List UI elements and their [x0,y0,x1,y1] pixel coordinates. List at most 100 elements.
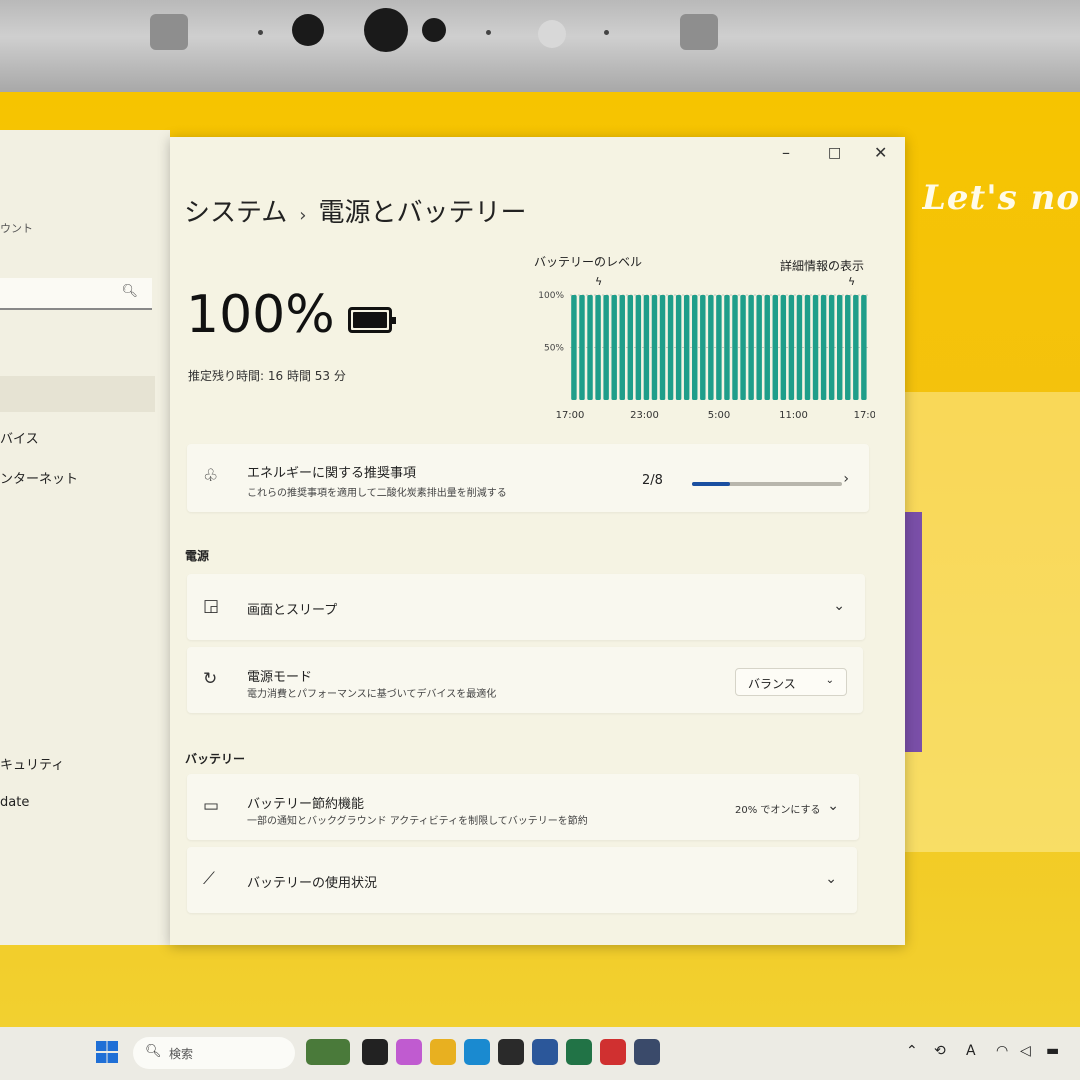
chevron-down-icon: ⌄ [825,871,837,887]
store-icon[interactable] [498,1039,524,1065]
chart-bar [667,295,674,400]
ambient-light-sensor [538,20,566,48]
chevron-down-icon: ⌄ [825,675,834,686]
energy-card-count: 2/8 [642,473,663,488]
battery-percentage: 100% [186,285,335,345]
chevron-down-icon: ⌄ [833,598,845,614]
sidebar-item-security[interactable]: キュリティ [0,754,64,773]
chart-bar [756,295,762,400]
settings-icon[interactable] [634,1039,660,1065]
charging-marker-icon: ϟ [848,275,855,288]
bezel-dot [258,30,263,35]
chart-bar [861,295,867,400]
details-link[interactable]: 詳細情報の表示 [780,257,864,274]
widgets-icon[interactable] [306,1039,350,1065]
breadcrumb-parent[interactable]: システム [184,198,287,228]
maximize-button[interactable]: □ [828,145,841,161]
chart-bar [675,295,682,400]
chart-bar [812,295,819,400]
battery-icon [348,307,396,333]
edge-icon[interactable] [464,1039,490,1065]
chart-bar [611,295,617,400]
power-mode-value: バランス [748,677,796,691]
taskbar: 🔍︎ 検索 ⌃ ⟲ A ◠ ◁ ▬ [0,1027,1080,1080]
search-icon: 🔍︎ [145,1044,162,1059]
volume-icon[interactable]: ◁ [1020,1043,1031,1059]
chart-bar [853,295,859,400]
chart-bar [764,295,770,400]
file-explorer-icon[interactable] [430,1039,456,1065]
chart-bar [651,295,658,400]
energy-recommendations-card[interactable]: ♧ エネルギーに関する推奨事項 これらの推奨事項を適用して二酸化炭素排出量を削減… [187,444,869,512]
breadcrumb-separator: › [299,205,307,226]
chart-bar [579,295,585,400]
taskbar-search-box[interactable]: 🔍︎ 検索 [133,1037,295,1069]
word-icon[interactable] [532,1039,558,1065]
chart-bar [772,295,779,400]
chart-bar [643,295,650,400]
excel-icon[interactable] [566,1039,592,1065]
battery-level-chart: 100% 50% 17:00 23:00 5:00 11:00 17:00 ϟ ϟ [538,275,875,421]
sidebar-item-network[interactable]: ンターネット [0,468,78,487]
task-view-icon[interactable] [362,1039,388,1065]
chart-bar [635,295,642,400]
sidebar-item-devices[interactable]: バイス [0,428,39,447]
chart-bar [692,295,698,400]
chart-bar [700,295,706,400]
energy-card-subtitle: これらの推奨事項を適用して二酸化炭素排出量を削減する [247,488,507,499]
ir-camera [292,14,324,46]
chart-bar [836,295,843,400]
chart-bar [659,295,666,400]
copilot-icon[interactable] [396,1039,422,1065]
bezel-hinge-right [680,14,718,50]
chart-bar [796,295,803,400]
chart-bar [571,295,577,400]
chart-bar [627,295,634,400]
chart-bar [603,295,609,400]
chart-x-tick-label: 11:00 [779,410,808,421]
power-mode-card: ↻ 電源モード 電力消費とパフォーマンスに基づいてデバイスを最適化 バランス ⌄ [187,647,863,713]
screen-sleep-card[interactable]: ◲ 画面とスリープ ⌄ [187,574,865,640]
settings-search-input[interactable]: 🔍︎ [0,278,152,310]
chart-y-tick-label: 50% [544,344,564,354]
chevron-up-icon[interactable]: ⌃ [906,1043,918,1059]
sync-icon[interactable]: ⟲ [934,1043,946,1059]
settings-window: – □ ✕ システム › 電源とバッテリー 100% 推定残り時間: 16 時間 5… [170,137,905,945]
chart-bar [683,295,690,400]
battery-tray-icon[interactable]: ▬ [1046,1043,1059,1059]
chart-bar [716,295,722,400]
power-mode-title: 電源モード [247,670,313,685]
chart-bar [788,295,795,400]
webcam [364,8,408,52]
chart-line-icon: ⟋ [203,869,215,889]
leaf-icon: ♧ [203,466,219,486]
battery-saver-card[interactable]: ▭ バッテリー節約機能 一部の通知とバックグラウンド アクティビティを制限してバ… [187,774,859,840]
chart-bar [587,295,593,400]
page-title: システム › 電源とバッテリー [184,192,526,229]
battery-usage-card[interactable]: ⟋ バッテリーの使用状況 ⌄ [187,847,857,913]
chart-y-tick-label: 100% [538,291,564,301]
chart-bar [724,295,730,400]
chart-bar [845,295,851,400]
wallpaper-brand-logo: Let's no [922,178,1080,218]
wifi-icon[interactable]: ◠ [996,1043,1008,1059]
sidebar-item-update[interactable]: date [0,795,29,810]
ime-indicator[interactable]: A [966,1043,976,1059]
search-icon: 🔍︎ [121,284,138,299]
power-mode-dropdown[interactable]: バランス ⌄ [735,668,847,696]
chart-title: バッテリーのレベル [534,255,643,269]
screen-sleep-icon: ◲ [203,596,220,616]
sidebar-selected-item[interactable] [0,376,155,412]
bezel-dot [604,30,609,35]
windows-start-button[interactable] [96,1041,118,1063]
power-mode-icon: ↻ [203,669,218,689]
battery-saver-subtitle: 一部の通知とバックグラウンド アクティビティを制限してバッテリーを節約 [247,816,588,827]
minimize-button[interactable]: – [782,143,790,162]
battery-remaining-time: 推定残り時間: 16 時間 53 分 [188,367,346,384]
office-icon[interactable] [600,1039,626,1065]
chart-bar [748,295,754,400]
chart-bar [708,295,714,400]
chart-bar [732,295,738,400]
battery-section-heading: バッテリー [185,752,246,766]
close-button[interactable]: ✕ [874,143,887,162]
